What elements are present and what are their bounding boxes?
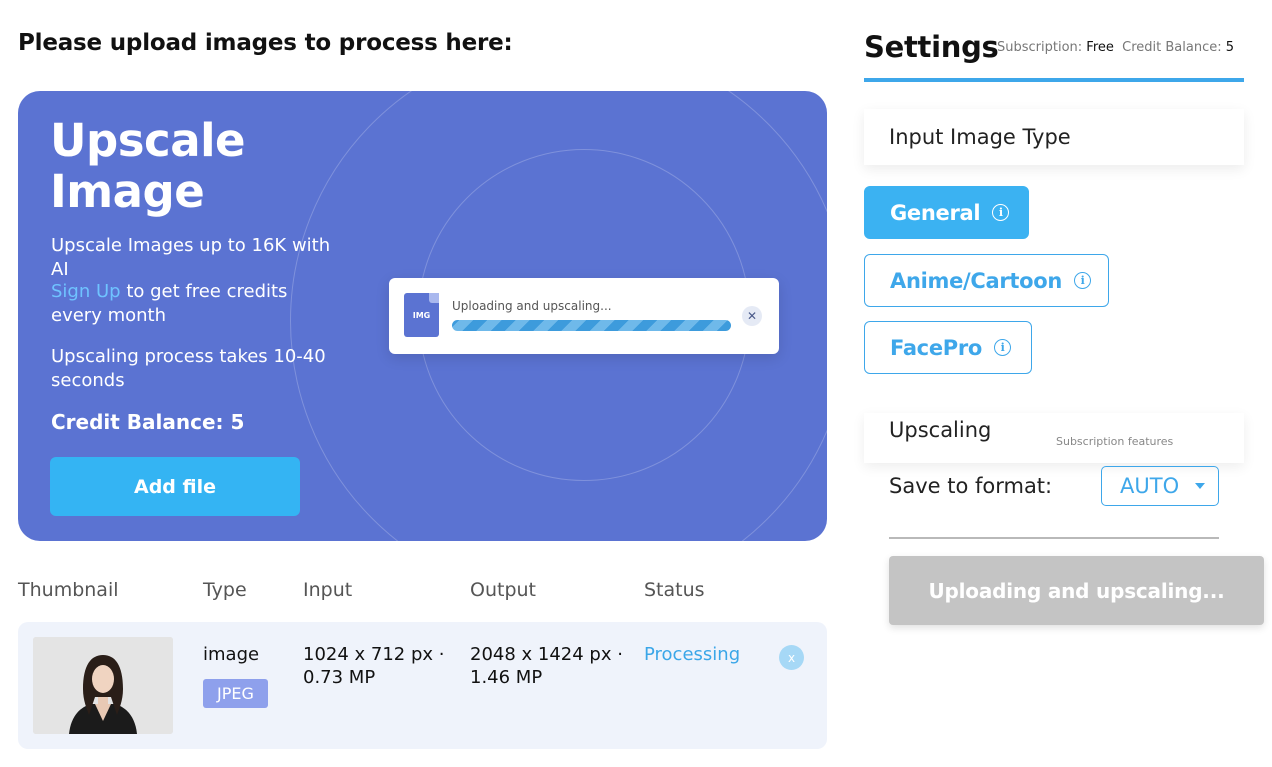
info-icon[interactable]: i [1074,272,1092,289]
info-icon[interactable]: i [992,204,1010,221]
save-format-label: Save to format: [889,474,1053,498]
input-image-type-title: Input Image Type [889,125,1071,149]
format-badge: JPEG [203,679,268,708]
subscription-info: Subscription: Free Credit Balance: 5 [997,40,1234,55]
input-image-type-section: Input Image Type [864,109,1244,165]
page-heading: Please upload images to process here: [18,30,513,56]
upscaling-section: Upscaling Subscription features [864,413,1244,463]
upload-panel: Upscale Image Upscale Images up to 16K w… [18,91,827,541]
hero-credit-balance: Credit Balance: 5 [51,410,245,434]
portrait-thumbnail-icon [33,637,173,734]
upload-progress-bar [452,320,731,331]
close-icon[interactable]: ✕ [742,306,762,326]
column-header-input: Input [303,579,353,601]
type-facepro-label: FacePro [890,335,983,360]
remove-row-button[interactable]: x [779,645,804,670]
column-header-status: Status [644,579,705,601]
type-general-button[interactable]: General i [864,186,1029,239]
add-file-button[interactable]: Add file [50,457,300,516]
settings-title: Settings [864,30,999,64]
caret-down-icon [1195,483,1206,489]
thumbnail-image [33,637,173,734]
hero-line-16k: Upscale Images up to 16K with AI [51,235,331,280]
upload-progress-card: IMG Uploading and upscaling... ✕ [389,278,779,354]
column-header-type: Type [203,579,247,601]
upscale-process-button: Uploading and upscaling... [889,556,1264,625]
upscaling-title: Upscaling [889,418,992,442]
subscription-label: Subscription: [997,40,1083,55]
type-general-label: General [890,200,981,225]
column-header-output: Output [470,579,536,601]
hero-title: Upscale Image [50,114,246,218]
settings-underline [864,78,1244,82]
subscription-value: Free [1086,40,1114,55]
subscription-features-note: Subscription features [1056,435,1174,448]
format-select[interactable]: AUTO [1101,466,1219,506]
file-icon-label: IMG [412,311,431,320]
row-status: Processing [644,644,741,665]
type-anime-cartoon-button[interactable]: Anime/Cartoon i [864,254,1109,307]
signup-link[interactable]: Sign Up [51,281,121,302]
upload-status-text: Uploading and upscaling... [452,299,612,313]
format-select-value: AUTO [1120,474,1180,498]
type-facepro-button[interactable]: FacePro i [864,321,1032,374]
row-output-size: 2048 x 1424 px · 1.46 MP [470,644,623,688]
row-type: image [203,644,260,665]
hero-line-duration: Upscaling process takes 10-40 seconds [51,346,326,391]
file-image-icon: IMG [404,293,439,337]
type-anime-label: Anime/Cartoon [890,268,1063,293]
settings-divider [889,537,1219,539]
row-input-size: 1024 x 712 px · 0.73 MP [303,644,445,688]
credit-balance-value: 5 [1225,40,1235,55]
table-row: image JPEG 1024 x 712 px · 0.73 MP 2048 … [18,622,827,749]
column-header-thumbnail: Thumbnail [18,579,119,601]
credit-balance-label: Credit Balance: [1122,40,1222,55]
hero-signup-line: Sign Up to get free credits every month [51,280,341,328]
info-icon[interactable]: i [994,339,1012,356]
